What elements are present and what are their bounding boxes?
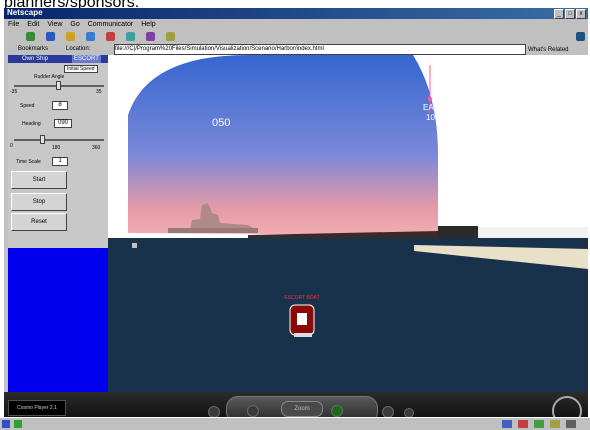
rudder-min: -35 [10, 89, 18, 95]
menu-communicator[interactable]: Communicator [88, 19, 134, 30]
heading-tick-min: 0 [10, 143, 13, 149]
heading-tick-mid: 180 [52, 145, 61, 151]
heading-slider-knob[interactable] [40, 135, 45, 144]
rudder-slider-knob[interactable] [56, 81, 61, 90]
bookmarks-button[interactable]: Bookmarks [18, 43, 48, 55]
title-bar: Netscape _ □ x [4, 8, 588, 19]
browser-window: Netscape _ □ x File Edit View Go Communi… [4, 8, 588, 425]
tray-icon-2 [518, 420, 528, 428]
tray-icon-4 [550, 420, 560, 428]
menu-bar: File Edit View Go Communicator Help [4, 19, 588, 30]
control-panel: Own Ship ESCORT Initial Speed Rudder Ang… [8, 55, 109, 248]
security-icon[interactable] [146, 32, 155, 41]
marker-label-top: EAST [423, 103, 444, 112]
url-field[interactable]: file:///C|/Program%20Files/Simulation/Vi… [114, 44, 526, 55]
maximize-button[interactable]: □ [565, 9, 575, 19]
plus-button[interactable] [331, 405, 343, 417]
foreground-graphics [132, 243, 588, 337]
speed-field[interactable]: 8 [52, 101, 68, 110]
dock-front [414, 245, 588, 269]
status-bar [0, 417, 590, 430]
menu-go[interactable]: Go [70, 19, 79, 30]
stop-icon[interactable] [166, 32, 175, 41]
panel-header: Own Ship ESCORT [8, 55, 108, 63]
heading-label: Heading [22, 121, 41, 127]
menu-view[interactable]: View [47, 19, 62, 30]
netscape-logo-icon [576, 32, 585, 41]
speed-label: Speed [20, 103, 35, 109]
escort-boat-wake [294, 333, 312, 337]
home-icon[interactable] [86, 32, 95, 41]
location-label: Location: [66, 46, 91, 52]
panel-header-right[interactable]: ESCORT [72, 55, 101, 63]
initial-speed-tag[interactable]: Initial Speed [64, 65, 98, 73]
escort-boat-cabin [297, 313, 307, 325]
reset-button[interactable]: Reset [11, 213, 67, 231]
menu-edit[interactable]: Edit [27, 19, 39, 30]
start-button[interactable]: Start [11, 171, 67, 189]
close-button[interactable]: x [576, 9, 586, 19]
blue-info-pane [8, 248, 108, 392]
console-readout[interactable]: Zoom [281, 401, 323, 417]
tray-icon-1 [502, 420, 512, 428]
rudder-max: 35 [96, 89, 102, 95]
menu-help[interactable]: Help [141, 19, 155, 30]
boat-label: ESCORT BOAT [284, 295, 320, 301]
walk-button[interactable] [247, 405, 259, 417]
tray-icon-3 [534, 420, 544, 428]
marker-label-bottom: 100 [426, 113, 440, 122]
navigation-toolbar [4, 30, 588, 44]
forward-icon[interactable] [46, 32, 55, 41]
start-icon[interactable] [2, 420, 10, 428]
buoy [132, 243, 137, 248]
heading-tick-max: 360 [92, 145, 101, 151]
back-icon[interactable] [26, 32, 35, 41]
panel-header-left: Own Ship [22, 56, 49, 62]
minimize-button[interactable]: _ [554, 9, 564, 19]
stop-button[interactable]: Stop [11, 193, 67, 211]
sector-label: 050 [212, 117, 231, 129]
heading-slider-track[interactable] [14, 139, 104, 141]
search-icon[interactable] [106, 32, 115, 41]
heading-field[interactable]: 090 [54, 119, 72, 128]
reload-icon[interactable] [66, 32, 75, 41]
print-icon[interactable] [126, 32, 135, 41]
cosmo-logo: Cosmo Player 2.1 [8, 400, 66, 416]
location-bar: Bookmarks Location: file:///C|/Program%2… [4, 43, 588, 55]
window-controls: _ □ x [554, 9, 586, 19]
time-scale-field[interactable]: 1 [52, 157, 68, 166]
taskbar-app-icon[interactable] [14, 420, 22, 428]
time-scale-label: Time Scale [16, 159, 41, 165]
menu-file[interactable]: File [8, 19, 19, 30]
tray-icon-5 [566, 420, 576, 428]
rudder-label: Rudder Angle [34, 74, 65, 80]
vrml-3d-scene[interactable]: 050 EAST 100 ESCORT BOAT [108, 55, 588, 392]
window-title: Netscape [7, 8, 43, 17]
